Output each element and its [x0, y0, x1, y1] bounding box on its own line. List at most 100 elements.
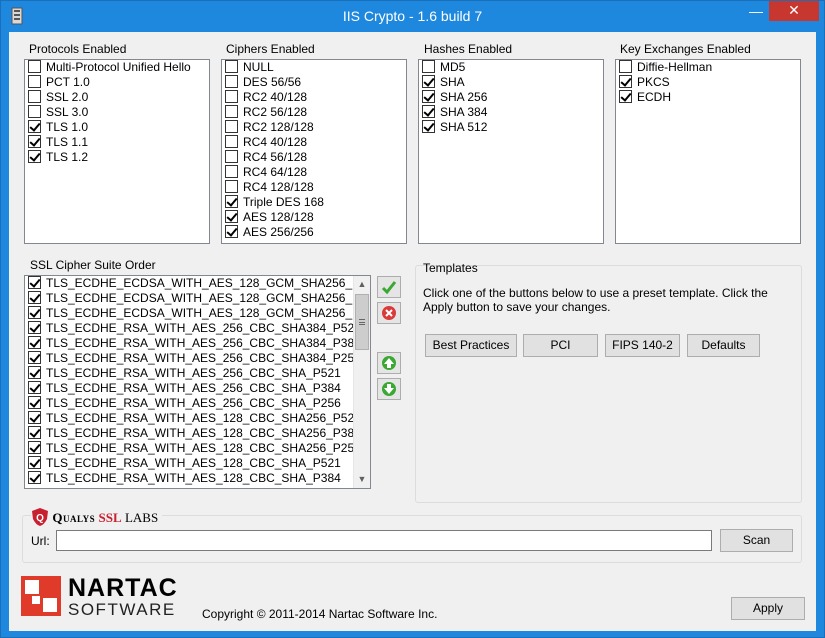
fips-button[interactable]: FIPS 140-2 — [605, 334, 680, 357]
cipher-suite-item[interactable]: TLS_ECDHE_RSA_WITH_AES_128_CBC_SHA256_P5… — [25, 411, 370, 426]
checkbox[interactable] — [28, 291, 41, 304]
checkbox[interactable] — [28, 75, 41, 88]
cipher-item[interactable]: RC4 56/128 — [222, 150, 406, 165]
cipher-suite-item[interactable]: TLS_ECDHE_RSA_WITH_AES_128_CBC_SHA256_P3… — [25, 426, 370, 441]
cipher-suite-item[interactable]: TLS_ECDHE_RSA_WITH_AES_128_CBC_SHA_P521 — [25, 456, 370, 471]
checkbox[interactable] — [225, 105, 238, 118]
checkbox[interactable] — [225, 75, 238, 88]
checkbox[interactable] — [225, 90, 238, 103]
cipher-suite-item[interactable]: TLS_ECDHE_ECDSA_WITH_AES_128_GCM_SHA256_… — [25, 276, 370, 291]
minimize-button[interactable]: — — [743, 2, 769, 22]
cipher-suite-item[interactable]: TLS_ECDHE_ECDSA_WITH_AES_128_GCM_SHA256_… — [25, 306, 370, 321]
cipher-item[interactable]: RC2 40/128 — [222, 90, 406, 105]
best-practices-button[interactable]: Best Practices — [425, 334, 517, 357]
hash-item[interactable]: SHA 512 — [419, 120, 603, 135]
cipher-suite-item[interactable]: TLS_ECDHE_RSA_WITH_AES_256_CBC_SHA384_P2… — [25, 351, 370, 366]
checkbox[interactable] — [422, 75, 435, 88]
cipher-suite-item[interactable]: TLS_ECDHE_ECDSA_WITH_AES_128_GCM_SHA256_… — [25, 291, 370, 306]
move-down-button[interactable] — [377, 378, 401, 400]
checkbox[interactable] — [28, 90, 41, 103]
key-exchange-item[interactable]: ECDH — [616, 90, 800, 105]
checkbox[interactable] — [28, 366, 41, 379]
checkbox[interactable] — [28, 60, 41, 73]
cipher-suite-item[interactable]: TLS_ECDHE_RSA_WITH_AES_128_CBC_SHA256_P2… — [25, 441, 370, 456]
scroll-thumb[interactable] — [355, 294, 369, 350]
protocol-item[interactable]: SSL 3.0 — [25, 105, 209, 120]
checkbox[interactable] — [225, 180, 238, 193]
scroll-up-arrow[interactable]: ▲ — [354, 276, 370, 293]
checkbox[interactable] — [225, 135, 238, 148]
checkbox[interactable] — [619, 60, 632, 73]
checkbox[interactable] — [28, 381, 41, 394]
cipher-suite-item[interactable]: TLS_ECDHE_RSA_WITH_AES_256_CBC_SHA_P521 — [25, 366, 370, 381]
cipher-suite-item[interactable]: TLS_ECDHE_RSA_WITH_AES_256_CBC_SHA_P384 — [25, 381, 370, 396]
cipher-item[interactable]: AES 256/256 — [222, 225, 406, 240]
ciphers-list[interactable]: NULL DES 56/56 RC2 40/128 RC2 56/128 RC2 128… — [221, 59, 407, 244]
hashes-list[interactable]: MD5 SHA SHA 256 SHA 384 SHA 512 — [418, 59, 604, 244]
protocol-item[interactable]: PCT 1.0 — [25, 75, 209, 90]
checkbox[interactable] — [28, 411, 41, 424]
checkbox[interactable] — [28, 351, 41, 364]
checkbox[interactable] — [422, 105, 435, 118]
suite-order-list[interactable]: TLS_ECDHE_ECDSA_WITH_AES_128_GCM_SHA256_… — [24, 275, 371, 489]
cipher-suite-item[interactable]: TLS_ECDHE_RSA_WITH_AES_256_CBC_SHA384_P5… — [25, 321, 370, 336]
checkbox[interactable] — [28, 471, 41, 484]
cipher-item[interactable]: RC2 128/128 — [222, 120, 406, 135]
defaults-button[interactable]: Defaults — [687, 334, 760, 357]
checkbox[interactable] — [225, 210, 238, 223]
scroll-down-arrow[interactable]: ▼ — [354, 471, 370, 488]
protocols-list[interactable]: Multi-Protocol Unified Hello PCT 1.0 SSL 2… — [24, 59, 210, 244]
checkbox[interactable] — [225, 150, 238, 163]
checkbox[interactable] — [225, 120, 238, 133]
cipher-item[interactable]: AES 128/128 — [222, 210, 406, 225]
checkbox[interactable] — [28, 456, 41, 469]
scan-button[interactable]: Scan — [720, 529, 793, 552]
checkbox[interactable] — [28, 426, 41, 439]
cipher-item[interactable]: DES 56/56 — [222, 75, 406, 90]
protocol-item[interactable]: TLS 1.0 — [25, 120, 209, 135]
checkbox[interactable] — [28, 441, 41, 454]
checkbox[interactable] — [225, 165, 238, 178]
move-up-button[interactable] — [377, 352, 401, 374]
protocol-item[interactable]: TLS 1.2 — [25, 150, 209, 165]
checkbox[interactable] — [422, 120, 435, 133]
checkbox[interactable] — [225, 225, 238, 238]
checkbox[interactable] — [225, 60, 238, 73]
checkbox[interactable] — [619, 75, 632, 88]
cipher-suite-item[interactable]: TLS_ECDHE_RSA_WITH_AES_256_CBC_SHA384_P3… — [25, 336, 370, 351]
cipher-item[interactable]: Triple DES 168 — [222, 195, 406, 210]
hash-item[interactable]: SHA 256 — [419, 90, 603, 105]
protocol-item[interactable]: TLS 1.1 — [25, 135, 209, 150]
cipher-suite-item[interactable]: TLS_ECDHE_RSA_WITH_AES_256_CBC_SHA_P256 — [25, 396, 370, 411]
checkbox[interactable] — [28, 105, 41, 118]
cipher-item[interactable]: RC4 64/128 — [222, 165, 406, 180]
url-input[interactable] — [56, 530, 712, 551]
suite-scrollbar[interactable]: ▲ ▼ — [353, 276, 370, 488]
checkbox[interactable] — [28, 120, 41, 133]
cipher-item[interactable]: RC2 56/128 — [222, 105, 406, 120]
checkbox[interactable] — [28, 135, 41, 148]
checkbox[interactable] — [28, 321, 41, 334]
checkbox[interactable] — [28, 306, 41, 319]
key-exchanges-list[interactable]: Diffie-Hellman PKCS ECDH — [615, 59, 801, 244]
check-all-button[interactable] — [377, 276, 401, 298]
checkbox[interactable] — [28, 336, 41, 349]
checkbox[interactable] — [28, 150, 41, 163]
checkbox[interactable] — [619, 90, 632, 103]
checkbox[interactable] — [422, 60, 435, 73]
hash-item[interactable]: MD5 — [419, 60, 603, 75]
pci-button[interactable]: PCI — [523, 334, 598, 357]
cipher-item[interactable]: NULL — [222, 60, 406, 75]
cipher-item[interactable]: RC4 128/128 — [222, 180, 406, 195]
checkbox[interactable] — [28, 396, 41, 409]
checkbox[interactable] — [28, 276, 41, 289]
protocol-item[interactable]: Multi-Protocol Unified Hello — [25, 60, 209, 75]
uncheck-all-button[interactable] — [377, 302, 401, 324]
cipher-suite-item[interactable]: TLS_ECDHE_RSA_WITH_AES_128_CBC_SHA_P384 — [25, 471, 370, 486]
key-exchange-item[interactable]: Diffie-Hellman — [616, 60, 800, 75]
hash-item[interactable]: SHA — [419, 75, 603, 90]
key-exchange-item[interactable]: PKCS — [616, 75, 800, 90]
cipher-item[interactable]: RC4 40/128 — [222, 135, 406, 150]
protocol-item[interactable]: SSL 2.0 — [25, 90, 209, 105]
hash-item[interactable]: SHA 384 — [419, 105, 603, 120]
